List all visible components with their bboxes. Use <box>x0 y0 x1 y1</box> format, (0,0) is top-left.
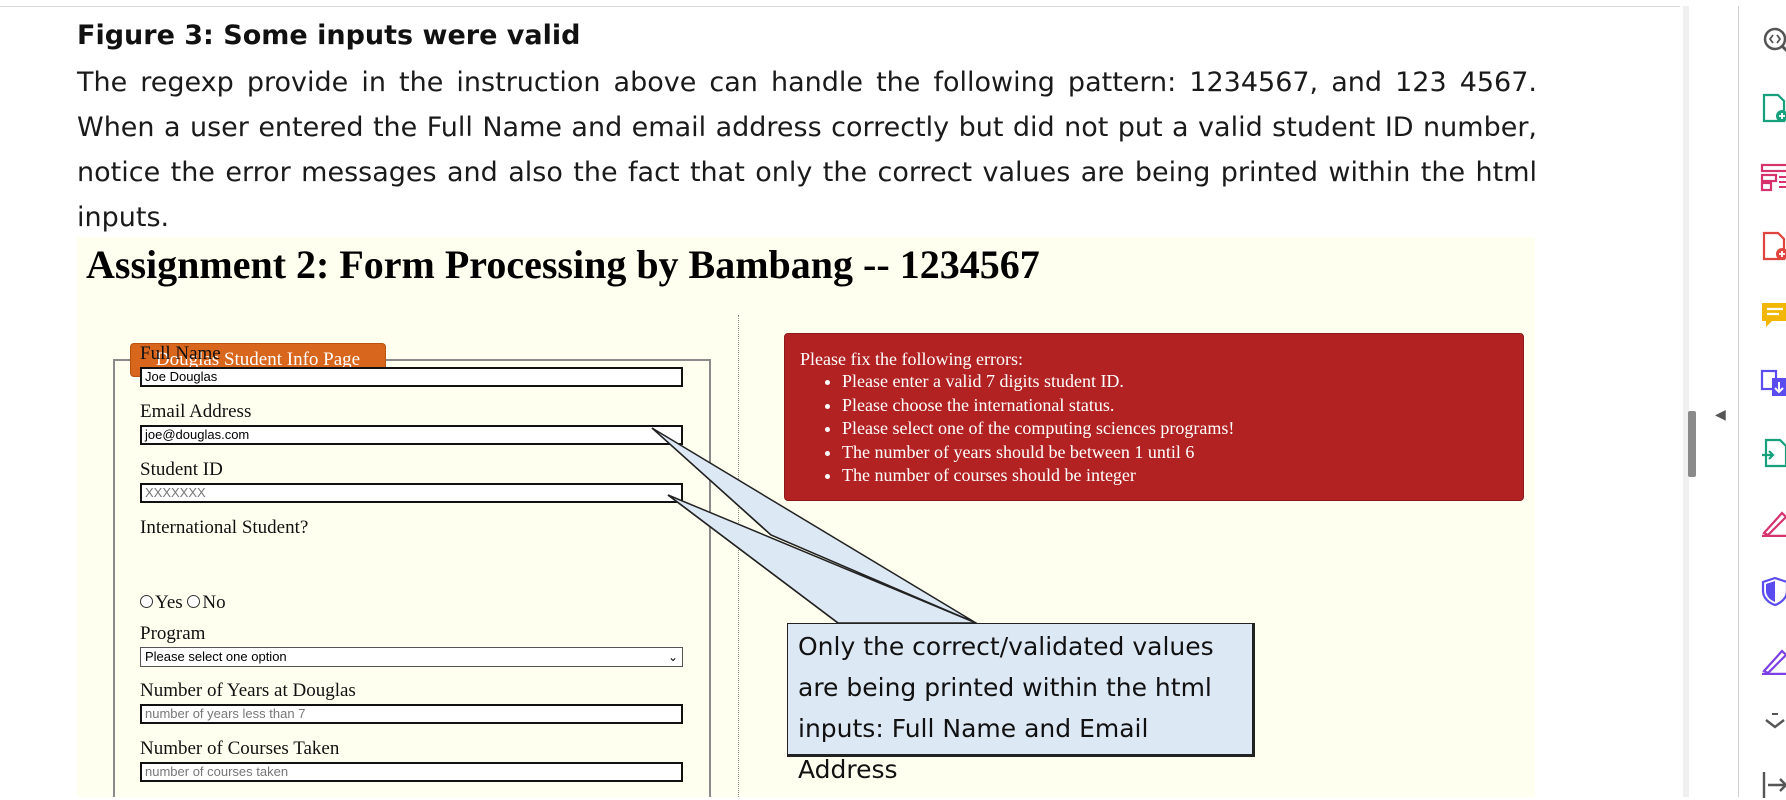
comment-icon[interactable] <box>1760 300 1786 330</box>
create-pdf-icon[interactable] <box>1760 231 1786 261</box>
exit-icon[interactable] <box>1760 770 1786 800</box>
scrollbar-thumb[interactable] <box>1688 411 1696 477</box>
zoom-icon[interactable] <box>1760 24 1786 54</box>
export-pdf-icon[interactable] <box>1760 93 1786 123</box>
combine-files-icon[interactable] <box>1760 369 1786 399</box>
tools-panel-divider <box>1738 6 1739 797</box>
more-tools-icon[interactable] <box>1760 710 1786 740</box>
callout-tail <box>651 427 979 624</box>
protect-icon[interactable] <box>1760 576 1786 606</box>
organize-pages-icon[interactable] <box>1760 162 1786 192</box>
fill-sign-icon[interactable] <box>1760 507 1786 537</box>
vertical-scrollbar[interactable] <box>1683 6 1689 797</box>
edit-icon[interactable] <box>1760 645 1786 675</box>
callout-box: Only the correct/validated values are be… <box>787 623 1255 784</box>
document-page: Figure 3: Some inputs were valid The reg… <box>0 0 1680 797</box>
collapse-panel-icon[interactable]: ◀ <box>1715 407 1726 423</box>
share-icon[interactable] <box>1760 438 1786 468</box>
